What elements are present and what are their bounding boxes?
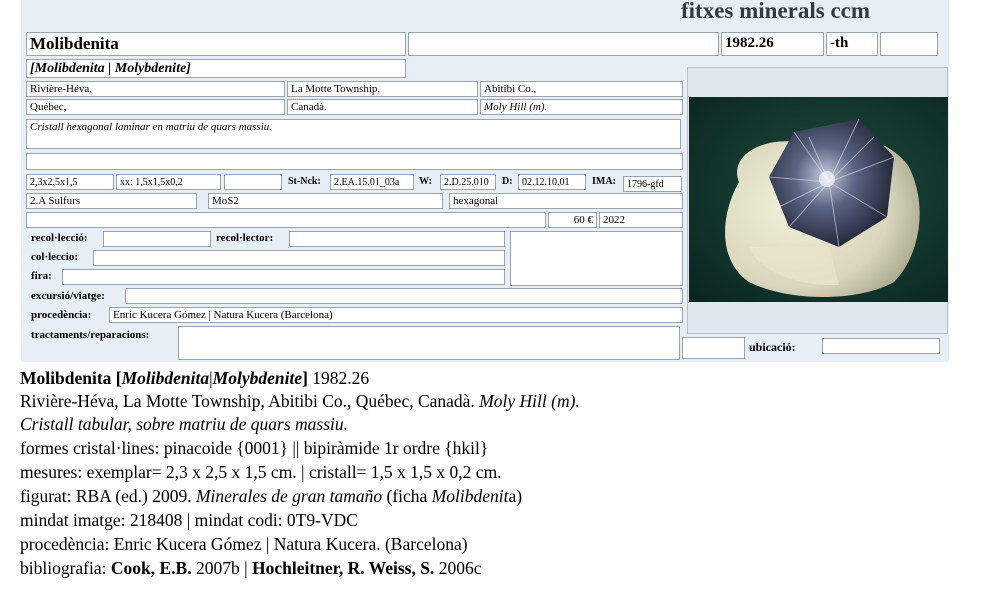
summary-line-6: figurat: RBA (ed.) 2009. Minerales de gr… — [20, 485, 522, 507]
fira-field[interactable] — [62, 269, 505, 285]
summary-name: Molibdenita — [20, 368, 112, 388]
crystal-dimensions-field[interactable]: xx: 1,5x1,5x0,2 — [116, 174, 221, 190]
summary-locality-mine: Moly Hill (m). — [479, 391, 580, 411]
side-notes-box[interactable] — [510, 231, 683, 286]
recolector-field[interactable] — [289, 231, 505, 247]
fira-label: fira: — [31, 270, 52, 282]
description-field[interactable]: Cristall hexagonal laminar en matriu de … — [26, 119, 681, 149]
locality-field-5[interactable]: Canadà. — [287, 99, 478, 115]
recoleccio-label: recol·lecció: — [31, 232, 88, 244]
excursio-field[interactable] — [125, 288, 683, 304]
procedencia-field[interactable]: Enric Kucera Gómez | Natura Kucera (Barc… — [109, 307, 683, 323]
mineral-name-field[interactable]: Molibdenita — [26, 32, 406, 56]
locality-field-3[interactable]: Abitibi Co., — [480, 81, 683, 97]
summary-figurat-end: a) — [508, 486, 523, 506]
summary-author-1: Cook, E.B. — [110, 558, 192, 578]
app-title: fitxes minerals ccm — [681, 0, 871, 23]
strunz-field[interactable]: 2.EA.15.01_03a — [330, 174, 414, 190]
year-field[interactable]: 2022 — [599, 212, 683, 228]
tractaments-field[interactable] — [178, 326, 680, 360]
mineral-photo — [689, 97, 948, 302]
summary-bibliografia-label: bibliografia: — [20, 558, 111, 578]
summary-line-1: Molibdenita [Molibdenita|Molybdenite] 19… — [20, 367, 369, 389]
summary-ref-1: 2007b | — [191, 558, 252, 578]
summary-figurat-ficha: (ficha — [382, 486, 432, 506]
w-field[interactable]: 2.D.25.010 — [440, 174, 496, 190]
ima-field[interactable]: 1796-gfd — [623, 176, 682, 192]
summary-author-2: Hochleitner, R. Weiss, S. — [252, 558, 435, 578]
locality-field-6[interactable]: Moly Hill (m). — [480, 99, 683, 115]
crystal-system-field[interactable]: hexagonal — [449, 193, 683, 209]
recolector-label: recol·lector: — [216, 232, 274, 244]
strunz-label: St-Nck: — [288, 176, 321, 187]
summary-figurat: figurat: RBA (ed.) 2009. — [20, 486, 196, 506]
tractaments-label: tractaments/reparacions: — [31, 329, 150, 341]
notes-field[interactable] — [26, 212, 546, 228]
summary-line-7: mindat imatge: 218408 | mindat codi: 0T9… — [20, 510, 358, 530]
procedencia-label: procedència: — [31, 309, 92, 321]
locality-field-2[interactable]: La Motte Township, — [287, 81, 478, 97]
colleccio-field[interactable] — [93, 250, 505, 266]
summary-line-2: Rivière-Héva, La Motte Township, Abitibi… — [20, 390, 580, 412]
formula-field[interactable]: MoS2 — [208, 193, 443, 209]
summary-open-bracket: [ — [111, 368, 122, 388]
summary-synonym-2: Molybdenite — [212, 368, 303, 388]
empty-measure-field[interactable] — [224, 174, 282, 190]
summary-line-9: bibliografia: Cook, E.B. 2007b | Hochlei… — [20, 557, 481, 579]
code-field[interactable]: 1982.26 — [721, 32, 824, 56]
ubicacio-pre-field[interactable] — [682, 337, 745, 359]
suffix-field[interactable]: -th — [826, 32, 878, 56]
colleccio-label: col·leccio: — [31, 251, 79, 263]
suffix-extra-field[interactable] — [880, 32, 938, 56]
class-field[interactable]: 2.A Sulfurs — [26, 193, 197, 209]
summary-synonym-1: Molibdenita — [121, 368, 210, 388]
summary-locality: Rivière-Héva, La Motte Township, Abitibi… — [20, 391, 480, 411]
recoleccio-field[interactable] — [103, 231, 211, 247]
ubicacio-label: ubicació: — [749, 340, 796, 354]
name-extra-field[interactable] — [408, 32, 719, 56]
d-field[interactable]: 02.12.10.01 — [518, 174, 586, 190]
excursio-label: excursió/viatge: — [31, 290, 105, 302]
locality-field-1[interactable]: Rivière-Héva, — [26, 81, 285, 97]
price-field[interactable]: 60 € — [548, 212, 597, 228]
summary-line-8: procedència: Enric Kucera Gómez | Natura… — [20, 534, 468, 554]
synonyms-field[interactable]: [Molibdenita | Molybdenite] — [26, 59, 406, 78]
locality-field-4[interactable]: Québec, — [26, 99, 285, 115]
ima-label: IMA: — [592, 176, 616, 187]
summary-line-4: formes cristal·lines: pinacoide {0001} |… — [20, 438, 489, 458]
summary-figurat-ficha-name: Molibdenit — [431, 486, 509, 506]
w-label: W: — [419, 176, 432, 187]
summary-line-3: Cristall tabular, sobre matriu de quars … — [20, 414, 349, 434]
d-label: D: — [502, 176, 513, 187]
summary-figurat-book: Minerales de gran tamaño — [195, 486, 383, 506]
summary-line-5: mesures: exemplar= 2,3 x 2,5 x 1,5 cm. |… — [20, 462, 502, 482]
summary-code: 1982.26 — [307, 368, 370, 388]
specimen-dimensions-field[interactable]: 2,3x2,5x1,5 — [26, 174, 114, 190]
extra-notes-field[interactable] — [26, 153, 683, 170]
ubicacio-field[interactable] — [822, 338, 940, 354]
summary-ref-2: 2006c — [434, 558, 482, 578]
